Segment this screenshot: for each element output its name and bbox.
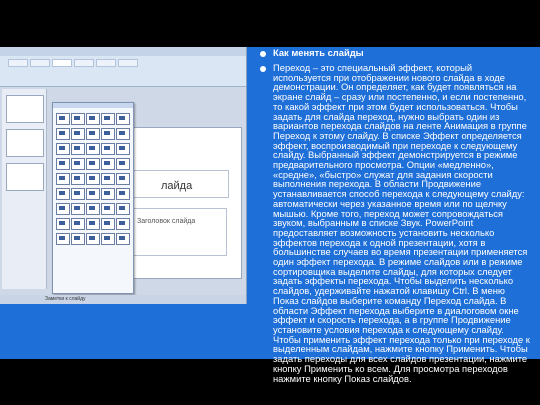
transition-effect-icon[interactable] [86,203,100,215]
ribbon-tab-animations[interactable] [52,59,72,67]
ribbon-tab[interactable] [30,59,50,67]
transition-effect-icon[interactable] [116,113,130,125]
slide-text: Как менять слайды Переход – это специаль… [256,48,532,383]
transition-effect-icon[interactable] [56,188,70,200]
ribbon [0,56,246,87]
transition-effect-icon[interactable] [116,158,130,170]
transition-effect-icon[interactable] [86,188,100,200]
transition-effect-icon[interactable] [56,203,70,215]
transition-effect-icon[interactable] [71,218,85,230]
transition-effect-icon[interactable] [116,203,130,215]
transition-effect-icon[interactable] [71,128,85,140]
transition-effect-icon[interactable] [56,158,70,170]
canvas-subtitle-text: Заголовок слайда [137,218,196,225]
canvas-title-text: лайда [161,180,193,192]
slide-thumbnail[interactable] [6,129,44,157]
bullet-body-row: Переход – это специальный эффект, которы… [256,58,532,383]
ribbon-tab[interactable] [8,59,28,67]
slide-thumbnail[interactable] [6,163,44,191]
ribbon-tab[interactable] [96,59,116,67]
transition-effect-icon[interactable] [101,218,115,230]
ribbon-tab[interactable] [118,59,138,67]
bullet-icon [260,51,266,57]
transition-effect-icon[interactable] [101,188,115,200]
transition-effects-gallery [52,102,134,294]
transition-effect-icon[interactable] [101,128,115,140]
slide-heading: Как менять слайды [273,47,364,58]
transition-effect-icon[interactable] [101,203,115,215]
transition-effect-icon[interactable] [116,143,130,155]
transition-effect-icon[interactable] [56,173,70,185]
transition-effect-icon[interactable] [101,158,115,170]
transition-effect-icon[interactable] [71,203,85,215]
transition-effect-icon[interactable] [56,113,70,125]
transition-effect-icon[interactable] [71,143,85,155]
transition-effect-icon[interactable] [101,143,115,155]
slide-thumbnail[interactable] [6,95,44,123]
bullet-icon [260,66,266,72]
transition-effect-icon[interactable] [56,128,70,140]
status-text: Заметки к слайду [45,296,86,302]
window-title-bar [0,47,246,56]
transition-effect-icon[interactable] [101,233,115,245]
transition-effect-icon[interactable] [101,173,115,185]
transition-effect-icon[interactable] [86,143,100,155]
transition-effect-icon[interactable] [116,218,130,230]
ribbon-tabs [8,59,138,67]
transition-effect-icon[interactable] [86,218,100,230]
bullet-heading-row: Как менять слайды [256,48,532,58]
gallery-header [53,103,133,108]
transition-effect-icon[interactable] [86,233,100,245]
transition-effect-icon[interactable] [116,188,130,200]
transition-effect-icon[interactable] [86,158,100,170]
transition-effect-icon[interactable] [86,113,100,125]
transition-effect-icon[interactable] [86,173,100,185]
powerpoint-screenshot: лайда Заголовок слайда Заметки к слайду [0,47,247,304]
status-bar: Заметки к слайду [0,295,246,304]
transition-effect-icon[interactable] [116,173,130,185]
transition-grid [53,110,133,248]
transition-effect-icon[interactable] [71,173,85,185]
transition-effect-icon[interactable] [71,158,85,170]
ribbon-tab[interactable] [74,59,94,67]
transition-effect-icon[interactable] [116,128,130,140]
transition-effect-icon[interactable] [71,233,85,245]
transition-effect-icon[interactable] [71,113,85,125]
transition-effect-icon[interactable] [56,218,70,230]
transition-effect-icon[interactable] [86,128,100,140]
transition-effect-icon[interactable] [116,233,130,245]
transition-effect-icon[interactable] [101,113,115,125]
transition-effect-icon[interactable] [56,233,70,245]
transition-effect-icon[interactable] [71,188,85,200]
slide-thumbnails-pane [2,89,47,289]
slide-body-text: Переход – это специальный эффект, которы… [273,62,530,384]
transition-effect-icon[interactable] [56,143,70,155]
